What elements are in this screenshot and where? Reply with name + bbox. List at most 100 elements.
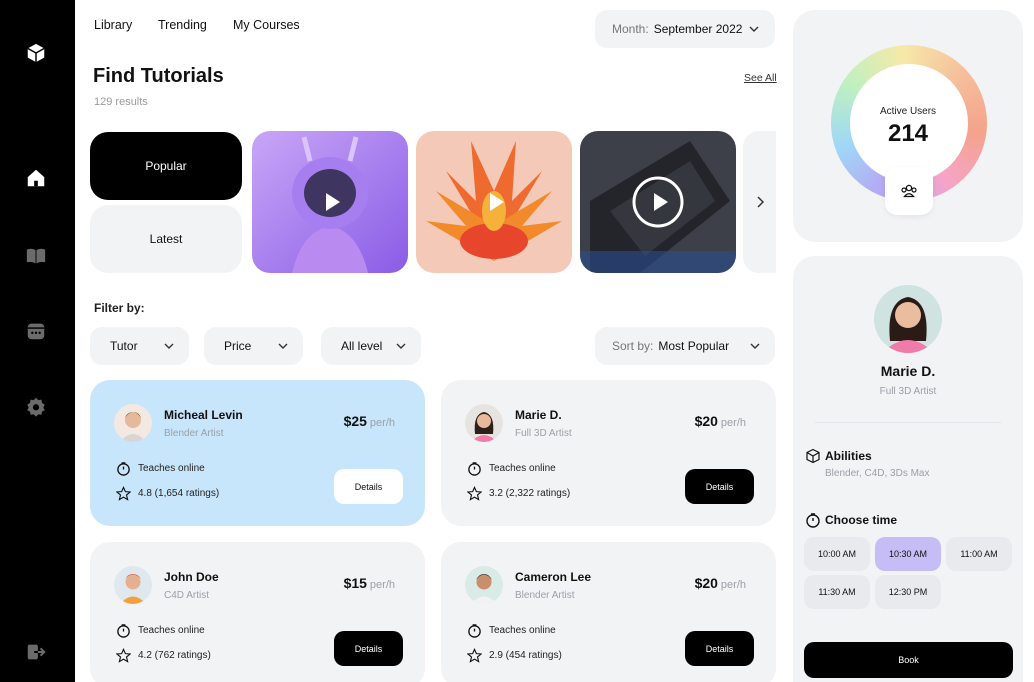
tutor-card[interactable]: Marie D. Full 3D Artist $20 per/h Teaches… <box>441 380 776 526</box>
teaches-online: Teaches online <box>138 625 205 636</box>
price-unit: per/h <box>369 579 395 591</box>
tutor-card[interactable]: Micheal Levin Blender Artist $25 per/h Te… <box>90 380 425 526</box>
teaches-online: Teaches online <box>489 463 556 474</box>
choose-time-title: Choose time <box>825 513 898 527</box>
category-popular-button[interactable]: Popular <box>90 132 242 200</box>
chevron-down-icon <box>278 343 288 349</box>
timer-icon <box>117 462 130 476</box>
nav-my-courses[interactable]: My Courses <box>233 18 300 32</box>
filter-price-label: Price <box>224 339 252 353</box>
price-unit: per/h <box>720 579 746 591</box>
month-label: Month: <box>612 22 649 36</box>
logo-cube-icon[interactable] <box>24 41 48 65</box>
play-icon <box>490 193 504 211</box>
price-value: $15 <box>343 575 367 591</box>
time-slot-selected[interactable]: 10:30 AM <box>875 537 941 571</box>
tutor-price: $25 per/h <box>344 413 395 429</box>
tutor-rating: 4.8 (1,654 ratings) <box>138 488 220 499</box>
timer-icon <box>806 513 820 528</box>
teaches-online: Teaches online <box>138 463 205 474</box>
avatar <box>465 404 503 442</box>
tutor-price: $15 per/h <box>344 575 395 591</box>
chevron-down-icon <box>396 343 406 349</box>
filter-tutor-label: Tutor <box>110 339 138 353</box>
active-users-panel: Active Users 214 <box>793 10 1023 242</box>
tutor-role: Full 3D Artist <box>515 428 572 439</box>
timer-icon <box>468 624 481 638</box>
teaches-online: Teaches online <box>489 625 556 636</box>
profile-role: Full 3D Artist <box>879 386 937 397</box>
sort-dropdown[interactable]: Sort by: Most Popular <box>595 327 775 365</box>
filter-level-label: All level <box>341 339 383 353</box>
tutorial-thumbnail-keyboard[interactable] <box>580 131 736 273</box>
tutor-role: Blender Artist <box>515 590 575 601</box>
play-icon <box>654 193 668 211</box>
details-button[interactable]: Details <box>334 469 403 504</box>
details-button[interactable]: Details <box>685 469 754 504</box>
sort-label: Sort by: <box>612 339 654 353</box>
play-icon <box>326 193 340 211</box>
price-value: $20 <box>694 575 718 591</box>
time-slot[interactable]: 10:00 AM <box>804 537 870 571</box>
tutor-card[interactable]: John Doe C4D Artist $15 per/h Teaches onl… <box>90 542 425 682</box>
tutorial-thumbnail-flower[interactable] <box>416 131 572 273</box>
tutor-rating: 3.2 (2,322 ratings) <box>489 488 571 499</box>
cube-icon <box>806 448 820 464</box>
avatar <box>465 566 503 604</box>
nav-library[interactable]: Library <box>94 18 132 32</box>
timer-icon <box>117 624 130 638</box>
settings-gear-icon[interactable] <box>24 395 48 419</box>
avatar <box>114 566 152 604</box>
filter-tutor-dropdown[interactable]: Tutor <box>90 327 189 365</box>
divider <box>815 422 1001 423</box>
tutor-card[interactable]: Cameron Lee Blender Artist $20 per/h Teac… <box>441 542 776 682</box>
users-button[interactable] <box>885 167 933 215</box>
price-unit: per/h <box>720 417 746 429</box>
time-slot[interactable]: 11:00 AM <box>946 537 1012 571</box>
profile-avatar <box>874 285 942 353</box>
logout-icon[interactable] <box>24 640 48 664</box>
tutor-profile-panel: Marie D. Full 3D Artist Abilities Blende… <box>793 256 1023 682</box>
abilities-title: Abilities <box>825 449 872 463</box>
month-select[interactable]: Month: September 2022 <box>595 10 775 48</box>
tutor-name: Micheal Levin <box>164 408 243 422</box>
filter-level-dropdown[interactable]: All level <box>321 327 421 365</box>
book-icon[interactable] <box>24 244 48 268</box>
tutor-name: Marie D. <box>515 408 562 422</box>
tutor-rating: 4.2 (762 ratings) <box>138 650 211 661</box>
tutor-name: Cameron Lee <box>515 570 592 584</box>
tutor-price: $20 per/h <box>695 413 746 429</box>
tutor-price: $20 per/h <box>695 575 746 591</box>
sidebar <box>0 0 75 682</box>
profile-name: Marie D. <box>880 363 936 379</box>
star-icon <box>467 486 482 501</box>
filter-price-dropdown[interactable]: Price <box>204 327 303 365</box>
carousel-next-button[interactable] <box>743 131 776 273</box>
star-icon <box>116 648 131 663</box>
timer-icon <box>468 462 481 476</box>
price-value: $20 <box>694 413 718 429</box>
details-button[interactable]: Details <box>334 631 403 666</box>
time-slot[interactable]: 11:30 AM <box>804 575 870 609</box>
nav-trending[interactable]: Trending <box>158 18 207 32</box>
tutor-rating: 2.9 (454 ratings) <box>489 650 562 661</box>
page-title: Find Tutorials <box>93 65 224 87</box>
tutorial-thumbnail-robot[interactable] <box>252 131 408 273</box>
see-all-link[interactable]: See All <box>744 72 777 84</box>
price-value: $25 <box>343 413 367 429</box>
home-icon[interactable] <box>24 166 48 190</box>
time-slot[interactable]: 12:30 PM <box>875 575 941 609</box>
calendar-icon[interactable] <box>24 319 48 343</box>
users-group-icon <box>901 184 917 198</box>
star-icon <box>116 486 131 501</box>
category-latest-button[interactable]: Latest <box>90 205 242 273</box>
tutor-role: C4D Artist <box>164 590 210 601</box>
month-value: September 2022 <box>653 22 743 36</box>
tutor-name: John Doe <box>164 570 219 584</box>
star-icon <box>467 648 482 663</box>
filter-by-label: Filter by: <box>94 301 145 315</box>
book-button[interactable]: Book <box>804 642 1013 678</box>
abilities-list: Blender, C4D, 3Ds Max <box>825 468 930 479</box>
details-button[interactable]: Details <box>685 631 754 666</box>
active-users-label: Active Users <box>879 106 937 117</box>
